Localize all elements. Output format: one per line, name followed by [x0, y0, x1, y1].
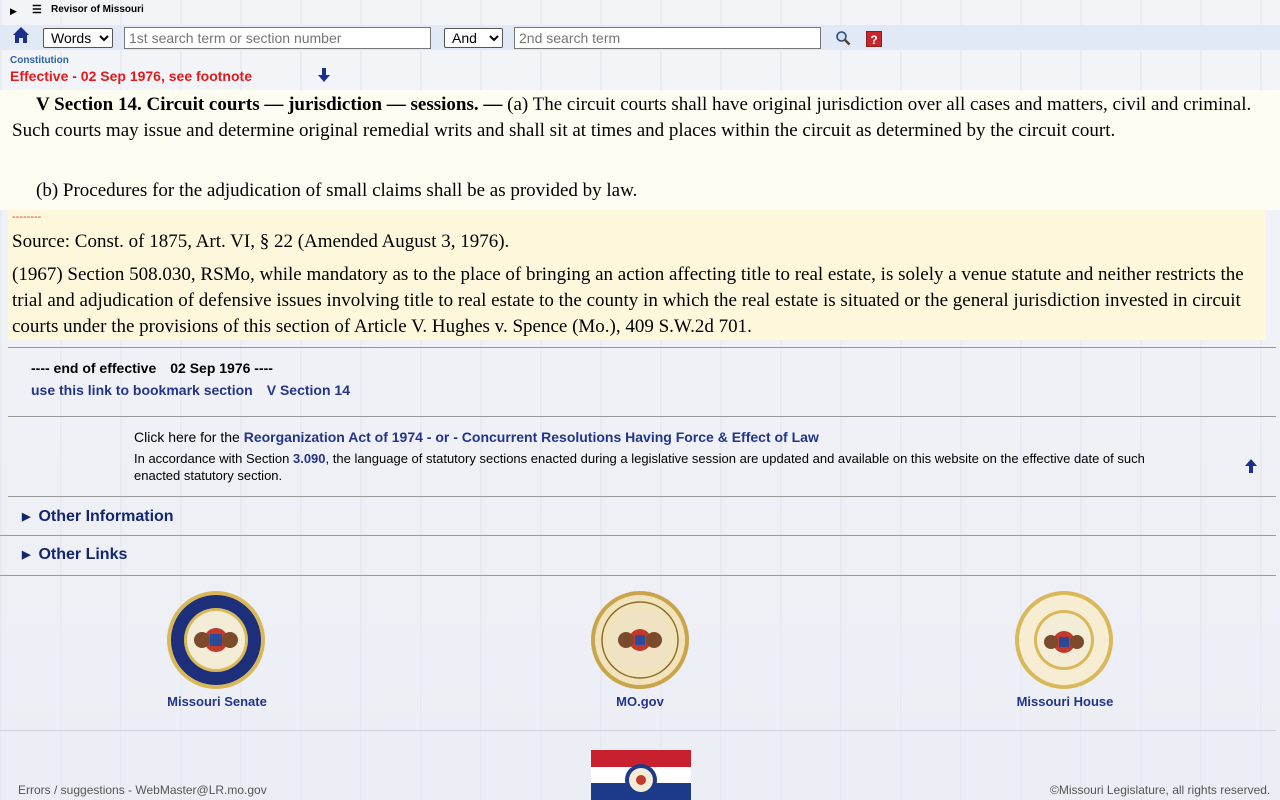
notice-prefix: In accordance with Section — [134, 451, 293, 466]
mo-gov-link[interactable]: MO.gov — [560, 694, 720, 709]
missouri-house-link[interactable]: Missouri House — [985, 694, 1145, 709]
reorganization-info: Click here for the Reorganization Act of… — [134, 429, 819, 445]
bookmark-link[interactable]: use this link to bookmark section — [31, 382, 253, 398]
senate-seal-logo[interactable] — [166, 590, 266, 690]
effective-date-notice: In accordance with Section 3.090, the la… — [134, 450, 1164, 484]
arrow-down-icon[interactable] — [316, 67, 332, 83]
first-search-term-input[interactable] — [124, 27, 431, 49]
toggle-label: Other Links — [38, 546, 128, 563]
other-links-toggle[interactable]: ▶ Other Links — [22, 546, 127, 564]
concurrent-resolutions-link[interactable]: Concurrent Resolutions Having Force & Ef… — [462, 429, 819, 445]
info-prefix: Click here for the — [134, 429, 244, 445]
divider — [0, 730, 1276, 731]
search-bar: Words And ? — [0, 25, 1280, 50]
section-paragraph-a: V Section 14. Circuit courts — jurisdict… — [12, 92, 1272, 144]
end-date: 02 Sep 1976 ---- — [170, 360, 273, 376]
help-icon[interactable]: ? — [866, 31, 882, 47]
site-title[interactable]: Revisor of Missouri — [51, 4, 144, 15]
divider — [8, 347, 1276, 348]
divider — [0, 535, 1276, 536]
missouri-senate-link[interactable]: Missouri Senate — [137, 694, 297, 709]
missouri-flag-icon — [591, 750, 691, 800]
effective-date-footnote-link[interactable]: Effective - 02 Sep 1976, see footnote — [10, 68, 252, 84]
bookmark-row: use this link to bookmark section V Secti… — [31, 382, 350, 398]
triangle-right-icon: ▶ — [22, 549, 31, 561]
errors-suggestions-link[interactable]: Errors / suggestions - WebMaster@LR.mo.g… — [18, 783, 267, 797]
expand-triangle-icon[interactable]: ▶ — [10, 6, 17, 17]
triangle-right-icon: ▶ — [22, 511, 31, 523]
or-separator: - or - — [422, 429, 462, 445]
arrow-up-icon[interactable] — [1243, 458, 1259, 474]
annotation-note: (1967) Section 508.030, RSMo, while mand… — [12, 264, 1244, 337]
second-search-term-input[interactable] — [514, 27, 821, 49]
house-seal-logo[interactable] — [1014, 590, 1114, 690]
hamburger-menu-icon[interactable]: ☰ — [32, 3, 42, 16]
magnifier-icon[interactable] — [835, 30, 851, 46]
bookmark-section-link[interactable]: V Section 14 — [267, 382, 350, 398]
search-operator-select[interactable]: And — [444, 28, 503, 48]
section-paragraph-b: (b) Procedures for the adjudication of s… — [36, 180, 638, 201]
end-label: ---- end of effective — [31, 360, 157, 376]
divider — [0, 575, 1276, 576]
section-3090-link[interactable]: 3.090 — [293, 451, 326, 466]
section-heading: V Section 14. Circuit courts — jurisdict… — [36, 94, 503, 115]
state-seal-logo[interactable] — [590, 590, 690, 690]
copyright: ©Missouri Legislature, all rights reserv… — [1050, 783, 1271, 797]
source-citation: Source: Const. of 1875, Art. VI, § 22 (A… — [12, 231, 510, 252]
other-information-toggle[interactable]: ▶ Other Information — [22, 508, 174, 526]
divider — [8, 416, 1276, 417]
search-type-select[interactable]: Words — [43, 28, 113, 48]
toggle-label: Other Information — [38, 508, 174, 525]
breadcrumb[interactable]: Constitution — [10, 55, 69, 66]
divider — [8, 496, 1276, 497]
home-icon[interactable] — [12, 26, 30, 44]
footnote-divider: -------- — [12, 211, 42, 223]
end-of-effective: ---- end of effective 02 Sep 1976 ---- — [31, 360, 273, 376]
reorganization-act-link[interactable]: Reorganization Act of 1974 — [244, 429, 423, 445]
